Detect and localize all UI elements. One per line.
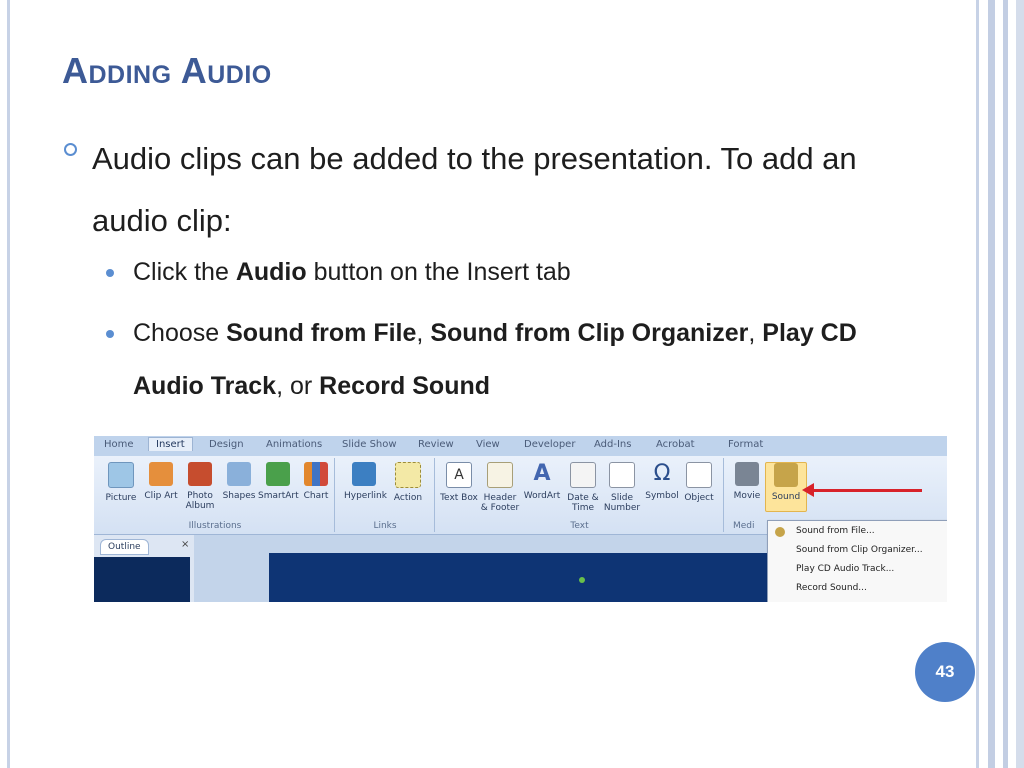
tab-slide-show[interactable]: Slide Show xyxy=(342,439,397,450)
tab-insert[interactable]: Insert xyxy=(148,437,193,451)
action-button[interactable]: Action xyxy=(388,462,428,503)
rotate-handle[interactable] xyxy=(579,577,585,583)
main-bullet-text: Audio clips can be added to the presenta… xyxy=(92,141,857,238)
picture-button[interactable]: Picture xyxy=(101,462,141,503)
slide-thumbnail[interactable] xyxy=(94,557,190,602)
object-button[interactable]: Object xyxy=(679,462,719,503)
close-icon[interactable]: × xyxy=(181,539,189,550)
tab-review[interactable]: Review xyxy=(418,439,454,450)
wordart-button[interactable]: A WordArt xyxy=(522,461,562,502)
picture-icon xyxy=(108,462,134,488)
sub-bullet-2: Choose Sound from File, Sound from Clip … xyxy=(106,307,866,413)
symbol-button[interactable]: Ω Symbol xyxy=(642,461,682,502)
text-box-button[interactable]: A Text Box xyxy=(439,462,479,503)
sub-bullet-1-text: Click the Audio button on the Insert tab xyxy=(133,258,571,286)
group-text: A Text Box Header & Footer A WordArt Dat… xyxy=(436,458,724,532)
dot-bullet-icon xyxy=(106,330,114,338)
tab-acrobat[interactable]: Acrobat xyxy=(656,439,695,450)
speaker-icon xyxy=(774,463,798,487)
ribbon-tab-bar: Home Insert Design Animations Slide Show… xyxy=(94,436,947,456)
menu-item-sound-from-clip-organizer[interactable]: Sound from Clip Organizer... xyxy=(796,545,923,555)
hyperlink-button[interactable]: Hyperlink xyxy=(344,462,387,501)
globe-icon xyxy=(352,462,376,486)
wordart-icon: A xyxy=(533,461,551,486)
red-arrow-line xyxy=(812,489,922,492)
ring-bullet-icon xyxy=(64,143,77,156)
tab-format[interactable]: Format xyxy=(728,439,763,450)
group-label: Text xyxy=(570,521,589,531)
tab-outline[interactable]: Outline xyxy=(100,539,149,555)
group-label: Links xyxy=(373,521,397,531)
tab-home[interactable]: Home xyxy=(104,439,134,450)
tab-developer[interactable]: Developer xyxy=(524,439,575,450)
chart-button[interactable]: Chart xyxy=(296,462,336,501)
smartart-icon xyxy=(266,462,290,486)
tab-design[interactable]: Design xyxy=(209,439,244,450)
slides-pane: Outline × xyxy=(94,535,194,602)
photo-album-button[interactable]: Photo Album xyxy=(180,462,220,511)
clip-art-icon xyxy=(149,462,173,486)
chart-icon xyxy=(304,462,328,486)
slide-number-button[interactable]: Slide Number xyxy=(602,462,642,513)
header-footer-button[interactable]: Header & Footer xyxy=(480,462,520,513)
slide-frame-right-line xyxy=(1016,0,1024,768)
header-footer-icon xyxy=(487,462,513,488)
page-number-badge: 43 xyxy=(915,642,975,702)
movie-button[interactable]: Movie xyxy=(727,462,767,501)
group-label: Illustrations xyxy=(188,521,242,531)
text-box-icon: A xyxy=(446,462,472,488)
shapes-icon xyxy=(227,462,251,486)
menu-item-record-sound[interactable]: Record Sound... xyxy=(796,583,867,593)
clip-art-button[interactable]: Clip Art xyxy=(141,462,181,501)
tab-view[interactable]: View xyxy=(476,439,500,450)
slide-title: Adding Audio xyxy=(62,50,272,91)
object-icon xyxy=(686,462,712,488)
omega-icon: Ω xyxy=(653,461,671,486)
shapes-button[interactable]: Shapes xyxy=(219,462,259,501)
film-reel-icon xyxy=(735,462,759,486)
slide-frame-left xyxy=(7,0,10,768)
date-time-button[interactable]: Date & Time xyxy=(563,462,603,513)
dot-bullet-icon xyxy=(106,269,114,277)
slide-frame-right-line xyxy=(988,0,995,768)
group-illustrations: Picture Clip Art Photo Album Shapes Smar… xyxy=(96,458,335,532)
smartart-button[interactable]: SmartArt xyxy=(258,462,299,501)
slide-number-icon xyxy=(609,462,635,488)
main-bullet: Audio clips can be added to the presenta… xyxy=(62,128,882,252)
group-links: Hyperlink Action Links xyxy=(336,458,435,532)
speaker-icon xyxy=(775,527,785,537)
tab-animations[interactable]: Animations xyxy=(266,439,322,450)
slide-frame-right-line xyxy=(976,0,979,768)
menu-item-sound-from-file[interactable]: Sound from File... xyxy=(796,526,875,536)
slide-frame-right-line xyxy=(1003,0,1008,768)
calendar-icon xyxy=(570,462,596,488)
ribbon-screenshot: Home Insert Design Animations Slide Show… xyxy=(94,436,947,602)
photo-album-icon xyxy=(188,462,212,486)
star-icon xyxy=(395,462,421,488)
sub-bullet-1: Click the Audio button on the Insert tab xyxy=(106,246,866,299)
sub-bullet-2-text: Choose Sound from File, Sound from Clip … xyxy=(133,319,857,400)
sound-button[interactable]: Sound xyxy=(765,462,807,512)
menu-item-play-cd-audio-track[interactable]: Play CD Audio Track... xyxy=(796,564,894,574)
red-arrow-head-icon xyxy=(802,483,814,497)
tab-add-ins[interactable]: Add-Ins xyxy=(594,439,631,450)
sound-dropdown-menu: Sound from File... Sound from Clip Organ… xyxy=(767,520,947,602)
